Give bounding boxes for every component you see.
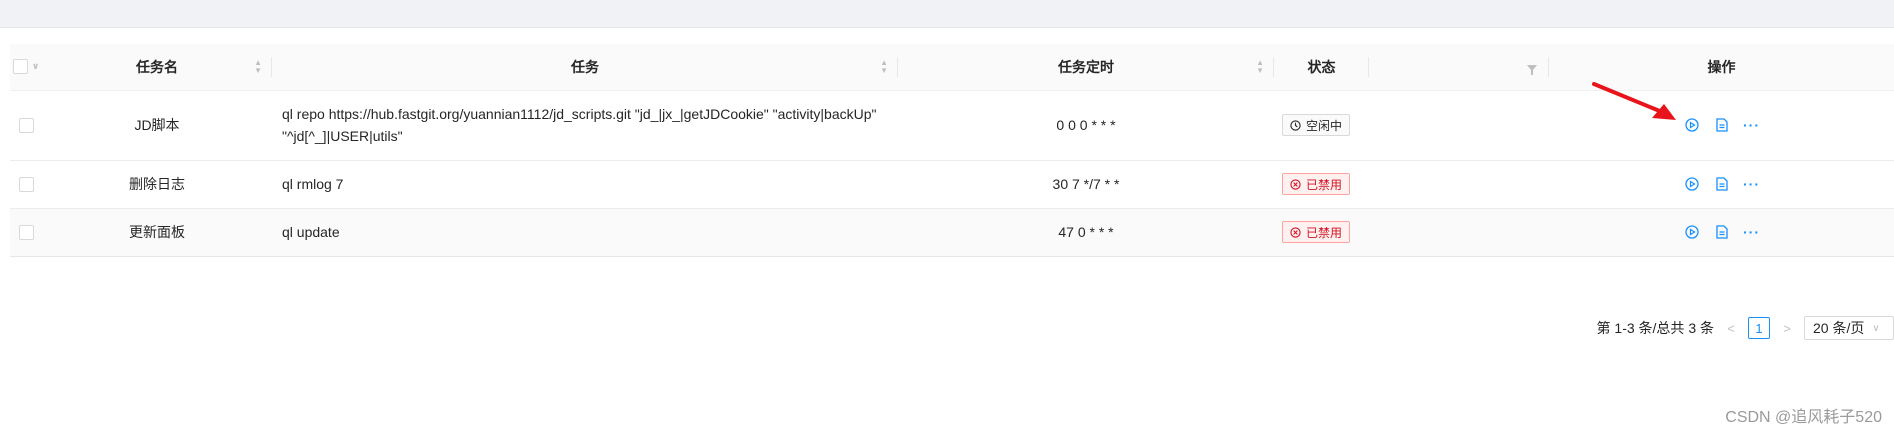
cron-task-table: ∨ 任务名 ▲ ▼ 任务 ▲ ▼ 任务定时 ▲ ▼ 状态 操作 JD脚本 ql …: [10, 44, 1894, 340]
more-icon: ···: [1743, 176, 1760, 192]
sort-icon[interactable]: ▲ ▼: [254, 59, 262, 75]
more-actions-button[interactable]: ···: [1743, 176, 1760, 192]
run-button[interactable]: [1684, 177, 1699, 191]
select-all-checkbox[interactable]: [12, 59, 28, 75]
filter-icon[interactable]: [1527, 62, 1537, 78]
view-log-button[interactable]: [1715, 177, 1729, 191]
task-schedule: 30 7 */7 * *: [1052, 176, 1120, 192]
header-status-label: 状态: [1307, 58, 1336, 75]
task-command: ql rmlog 7: [282, 176, 344, 192]
header-task-command-label: 任务: [571, 58, 599, 75]
page-item-current[interactable]: 1: [1748, 317, 1770, 339]
status-text: 空闲中: [1306, 118, 1343, 133]
file-text-icon: [1715, 177, 1728, 191]
table-row[interactable]: 更新面板 ql update 47 0 * * * 已禁用 ···: [10, 208, 1894, 257]
more-actions-button[interactable]: ···: [1743, 224, 1760, 240]
play-circle-icon: [1684, 118, 1699, 132]
select-all-header[interactable]: ∨: [10, 44, 42, 91]
status-text: 已禁用: [1306, 177, 1343, 192]
row-checkbox[interactable]: [18, 177, 34, 193]
red-annotation-arrow-icon: [1592, 82, 1676, 120]
top-background-strip: [0, 0, 1894, 28]
task-name: 更新面板: [129, 224, 185, 240]
header-status-filter[interactable]: [1369, 44, 1549, 91]
file-text-icon: [1715, 118, 1728, 132]
page-size-select[interactable]: 20 条/页 ∨: [1804, 316, 1894, 340]
task-command: ql repo https://hub.fastgit.org/yuannian…: [282, 106, 877, 144]
row-checkbox[interactable]: [18, 118, 34, 134]
prev-page-button[interactable]: <: [1724, 321, 1738, 336]
pagination: 第 1-3 条/总共 3 条 < 1 > 20 条/页 ∨: [1597, 316, 1894, 340]
sort-icon[interactable]: ▲ ▼: [1256, 59, 1264, 75]
header-task-name-label: 任务名: [136, 58, 178, 75]
header-schedule[interactable]: 任务定时 ▲ ▼: [898, 44, 1274, 91]
next-page-button[interactable]: >: [1780, 321, 1794, 336]
status-text: 已禁用: [1306, 225, 1343, 240]
more-actions-button[interactable]: ···: [1743, 117, 1760, 133]
status-badge: 空闲中: [1282, 114, 1351, 136]
close-circle-icon: [1290, 226, 1301, 238]
more-icon: ···: [1743, 224, 1760, 240]
view-log-button[interactable]: [1715, 118, 1729, 132]
status-badge: 已禁用: [1282, 173, 1351, 195]
header-actions-label: 操作: [1707, 58, 1736, 75]
run-button[interactable]: [1684, 118, 1699, 132]
row-checkbox[interactable]: [18, 225, 34, 241]
play-circle-icon: [1684, 177, 1699, 191]
selection-dropdown-chevron-icon[interactable]: ∨: [32, 61, 39, 72]
table-row[interactable]: 删除日志 ql rmlog 7 30 7 */7 * * 已禁用 ···: [10, 160, 1894, 209]
play-circle-icon: [1684, 225, 1699, 239]
header-task-command[interactable]: 任务 ▲ ▼: [272, 44, 898, 91]
page-size-value: 20 条/页: [1813, 320, 1865, 336]
status-badge: 已禁用: [1282, 221, 1351, 243]
pagination-summary: 第 1-3 条/总共 3 条: [1596, 320, 1714, 336]
task-name: JD脚本: [134, 117, 180, 133]
chevron-down-icon: ∨: [1872, 322, 1880, 334]
header-status[interactable]: 状态: [1274, 44, 1369, 91]
header-schedule-label: 任务定时: [1058, 58, 1114, 75]
close-circle-icon: [1290, 178, 1301, 190]
file-text-icon: [1715, 225, 1728, 239]
task-schedule: 0 0 0 * * *: [1056, 117, 1116, 133]
run-button[interactable]: [1684, 225, 1699, 239]
task-schedule: 47 0 * * *: [1058, 224, 1114, 240]
task-command: ql update: [282, 224, 340, 240]
header-task-name[interactable]: 任务名 ▲ ▼: [42, 44, 272, 91]
more-icon: ···: [1743, 117, 1760, 133]
clock-icon: [1290, 119, 1301, 131]
sort-icon[interactable]: ▲ ▼: [880, 59, 888, 75]
task-name: 删除日志: [129, 176, 185, 192]
watermark: CSDN @追风耗子520: [1725, 409, 1882, 426]
view-log-button[interactable]: [1715, 225, 1729, 239]
